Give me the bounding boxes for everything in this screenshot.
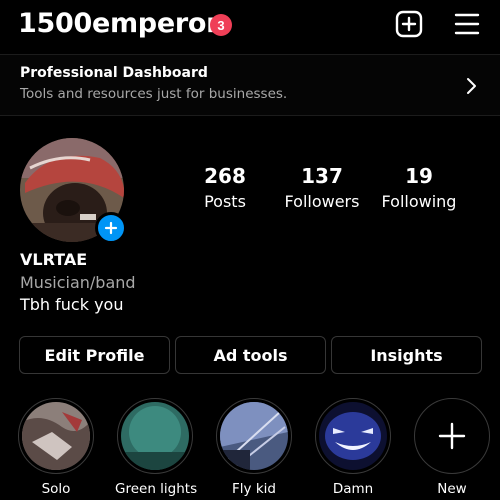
highlight-label: Damn (332, 481, 374, 497)
add-story-button[interactable] (95, 212, 127, 244)
top-bar: 1500emperor 3 (0, 0, 500, 52)
followers-label: Followers (284, 192, 360, 211)
posts-count: 268 (204, 164, 246, 188)
new-highlight-circle (414, 398, 490, 474)
highlight-new[interactable]: New (412, 398, 492, 497)
edit-profile-button[interactable]: Edit Profile (19, 336, 170, 374)
followers-stat[interactable]: 137 Followers (277, 164, 367, 211)
highlight-damn[interactable]: Damn (313, 398, 393, 497)
dashboard-title: Professional Dashboard (20, 65, 208, 81)
highlight-cover (216, 398, 292, 474)
professional-dashboard-banner[interactable]: Professional Dashboard Tools and resourc… (0, 54, 500, 116)
following-stat[interactable]: 19 Following (374, 164, 464, 211)
chevron-right-icon[interactable] (466, 77, 478, 95)
highlight-cover (315, 398, 391, 474)
ad-tools-button[interactable]: Ad tools (175, 336, 326, 374)
highlight-solo[interactable]: Solo (16, 398, 96, 497)
highlight-label: Fly kid (232, 481, 276, 497)
following-label: Following (381, 192, 457, 211)
posts-stat[interactable]: 268 Posts (180, 164, 270, 211)
following-count: 19 (405, 164, 433, 188)
posts-label: Posts (204, 192, 246, 211)
profile-category: Musician/band (20, 273, 136, 292)
dashboard-subtitle: Tools and resources just for businesses. (20, 86, 288, 102)
followers-count: 137 (301, 164, 343, 188)
highlight-label: Green lights (115, 481, 198, 497)
insights-button[interactable]: Insights (331, 336, 482, 374)
notification-badge[interactable]: 3 (210, 14, 232, 36)
menu-icon[interactable] (454, 12, 480, 36)
create-post-icon[interactable] (395, 10, 423, 38)
highlight-label: New (437, 481, 467, 497)
profile-bio: Tbh fuck you (20, 295, 124, 314)
highlight-label: Solo (41, 481, 71, 497)
plus-icon (438, 422, 466, 450)
display-name: VLRTAE (20, 250, 88, 269)
plus-icon (104, 221, 118, 235)
highlight-cover (18, 398, 94, 474)
highlight-fly-kid[interactable]: Fly kid (214, 398, 294, 497)
username-switcher[interactable]: 1500emperor (18, 8, 219, 39)
highlight-cover (117, 398, 193, 474)
highlight-green-lights[interactable]: Green lights (115, 398, 198, 497)
